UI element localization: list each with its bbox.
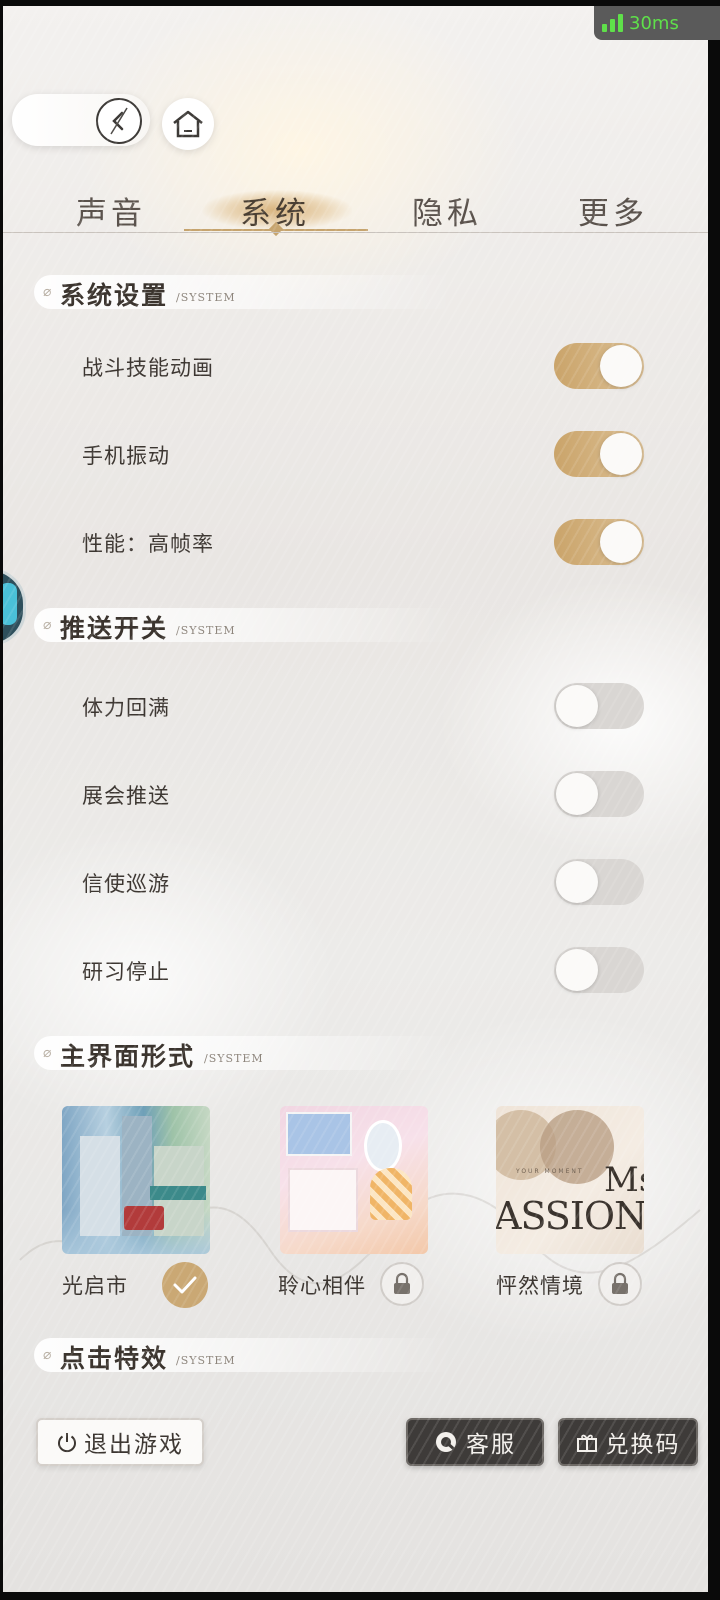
- settings-screen: 30ms 声音 系统 隐私 更多 ⌀ 系统设置 /SYSTEM 战斗技能动画 手…: [0, 0, 720, 1600]
- network-latency-indicator: 30ms: [594, 6, 720, 40]
- setting-label-messenger-tour: 信使巡游: [82, 872, 170, 896]
- toggle-knob: [556, 861, 598, 903]
- toggle-knob: [556, 949, 598, 991]
- exit-game-button[interactable]: 退出游戏: [36, 1418, 204, 1466]
- theme-label-heartbeat-scene: 怦然情境: [496, 1274, 584, 1298]
- latency-text: 30ms: [629, 12, 679, 34]
- section-title: 推送开关: [60, 614, 169, 643]
- support-chat-icon: [436, 1432, 456, 1452]
- setting-label-high-frame-rate: 性能：高帧率: [82, 532, 214, 556]
- toggle-knob: [600, 521, 642, 563]
- theme-thumbnail-room[interactable]: [280, 1106, 428, 1254]
- toggle-knob: [556, 685, 598, 727]
- tab-divider: [0, 232, 708, 233]
- section-header-push: ⌀ 推送开关 /SYSTEM: [34, 608, 454, 643]
- theme-label-guangqi-city: 光启市: [62, 1274, 128, 1298]
- section-header-system-settings: ⌀ 系统设置 /SYSTEM: [34, 275, 454, 310]
- exit-game-label: 退出游戏: [84, 1432, 184, 1458]
- toggle-phone-vibration[interactable]: [554, 431, 644, 477]
- theme-label-companion: 聆心相伴: [278, 1274, 366, 1298]
- leaf-icon: ⌀: [43, 1045, 52, 1061]
- toggle-exhibition-push[interactable]: [554, 771, 644, 817]
- screen-edge-right: [708, 0, 720, 1600]
- lock-icon: [612, 1272, 628, 1294]
- back-button[interactable]: [96, 98, 142, 144]
- toggle-study-stopped[interactable]: [554, 947, 644, 993]
- setting-label-study-stopped: 研习停止: [82, 960, 170, 984]
- customer-service-label: 客服: [466, 1432, 516, 1458]
- back-arrow-icon: [110, 107, 128, 135]
- theme-selected-check-icon[interactable]: [162, 1262, 208, 1308]
- leaf-icon: ⌀: [43, 1347, 52, 1363]
- leaf-icon: ⌀: [43, 284, 52, 300]
- section-title: 点击特效: [60, 1344, 169, 1373]
- setting-label-stamina-full: 体力回满: [82, 696, 170, 720]
- section-header-main-ui: ⌀ 主界面形式 /SYSTEM: [34, 1036, 454, 1071]
- section-title: 系统设置: [60, 281, 169, 310]
- tab-more[interactable]: 更多: [578, 188, 648, 233]
- theme-locked-button[interactable]: [598, 1262, 642, 1306]
- lock-icon: [394, 1272, 410, 1294]
- toggle-knob: [600, 345, 642, 387]
- redeem-code-label: 兑换码: [605, 1432, 681, 1458]
- power-icon: [58, 1433, 76, 1453]
- toggle-messenger-tour[interactable]: [554, 859, 644, 905]
- checkmark-icon: [173, 1276, 197, 1294]
- setting-label-phone-vibration: 手机振动: [82, 444, 170, 468]
- home-icon: [173, 110, 203, 138]
- section-subtitle: /SYSTEM: [204, 1052, 264, 1065]
- leaf-icon: ⌀: [43, 617, 52, 633]
- theme-art-title: ASSION: [496, 1194, 644, 1238]
- signal-bars-icon: [602, 14, 623, 32]
- redeem-code-button[interactable]: 兑换码: [558, 1418, 698, 1466]
- theme-locked-button[interactable]: [380, 1262, 424, 1306]
- toggle-knob: [556, 773, 598, 815]
- section-header-click-effects: ⌀ 点击特效 /SYSTEM: [34, 1338, 454, 1373]
- theme-thumbnail-passion[interactable]: YOUR MOMENT Ms ASSION: [496, 1106, 644, 1254]
- tab-bar: 声音 系统 隐私 更多: [0, 180, 720, 240]
- customer-service-button[interactable]: 客服: [406, 1418, 544, 1466]
- setting-label-exhibition-push: 展会推送: [82, 784, 170, 808]
- section-subtitle: /SYSTEM: [176, 624, 236, 637]
- screen-edge-bottom: [0, 1592, 720, 1600]
- floating-assistant-button[interactable]: [0, 568, 26, 646]
- section-subtitle: /SYSTEM: [176, 1354, 236, 1367]
- toggle-knob: [600, 433, 642, 475]
- section-title: 主界面形式: [60, 1042, 196, 1071]
- toggle-battle-skill-animation[interactable]: [554, 343, 644, 389]
- section-subtitle: /SYSTEM: [176, 291, 236, 304]
- theme-art-tagline: YOUR MOMENT: [516, 1168, 584, 1175]
- gift-icon: [576, 1434, 597, 1452]
- toggle-stamina-full[interactable]: [554, 683, 644, 729]
- toggle-high-frame-rate[interactable]: [554, 519, 644, 565]
- theme-thumbnail-city[interactable]: [62, 1106, 210, 1254]
- tab-privacy[interactable]: 隐私: [412, 188, 482, 233]
- setting-label-battle-skill-animation: 战斗技能动画: [82, 356, 214, 380]
- tab-sound[interactable]: 声音: [76, 188, 146, 233]
- screen-edge-left: [0, 0, 3, 1600]
- home-button[interactable]: [162, 98, 214, 150]
